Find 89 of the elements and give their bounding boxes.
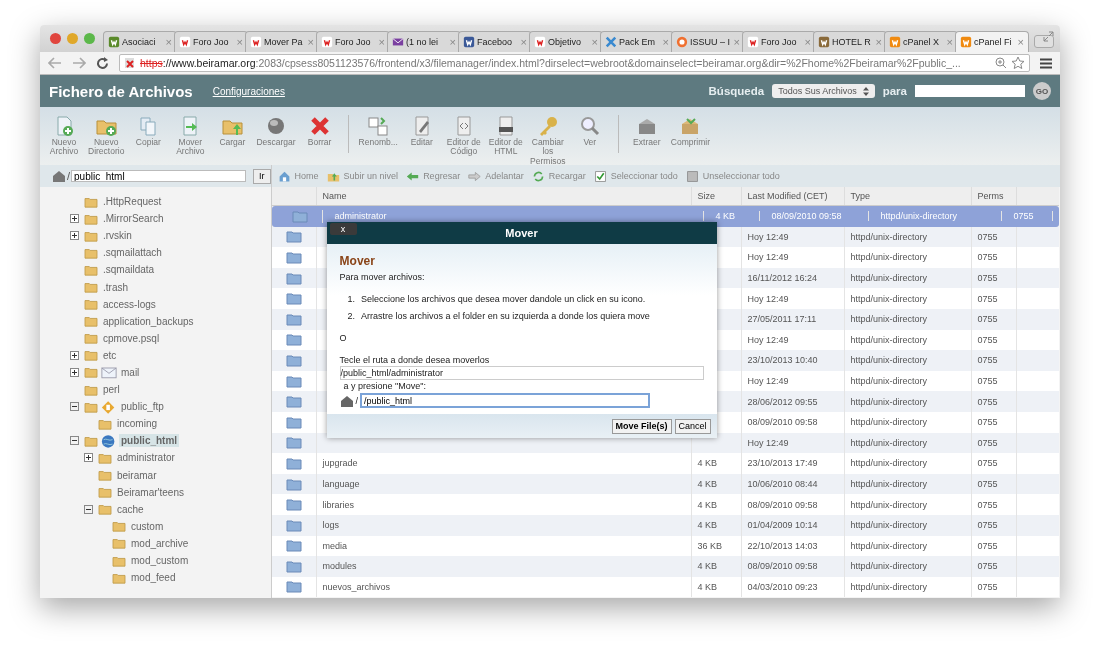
file-size: 4 KB <box>697 458 718 469</box>
permissions: 0755 <box>977 314 998 325</box>
file-size: 4 KB <box>697 479 718 489</box>
file-type: httpd/unix-directory <box>850 355 928 366</box>
permissions: 0755 <box>977 376 998 387</box>
step-text: Seleccione los archivos que desea mover dandole un click en su icono. <box>361 294 646 304</box>
search-label: Búsqueda <box>708 85 765 97</box>
file-type: httpd/unix-directory <box>850 273 928 284</box>
path-separator: / <box>355 395 359 406</box>
or-text: O <box>339 333 348 343</box>
file-type: httpd/unix-directory <box>850 231 928 242</box>
prompt-text: Tecle el ruta a donde desea moverlos <box>339 355 491 365</box>
file-type: httpd/unix-directory <box>850 499 928 510</box>
modified-date: 08/09/2010 09:58 <box>747 417 818 428</box>
file-type: httpd/unix-directory <box>850 540 928 551</box>
permissions: 0755 <box>977 561 998 572</box>
permissions: 0755 <box>977 396 998 407</box>
permissions: 0755 <box>977 479 998 489</box>
permissions: 0755 <box>977 273 998 284</box>
file-name: jupgrade <box>322 458 358 469</box>
modified-date: 23/10/2013 17:49 <box>747 458 818 469</box>
file-size: 4 KB <box>697 561 718 572</box>
permissions: 0755 <box>977 355 998 366</box>
permissions: 0755 <box>977 293 998 304</box>
modified-date: 08/09/2010 09:58 <box>771 211 842 222</box>
file-size: 4 KB <box>697 582 718 592</box>
file-type: httpd/unix-directory <box>850 396 928 407</box>
dialog-heading: Mover <box>339 254 376 268</box>
modified-date: 04/03/2010 09:23 <box>747 582 818 592</box>
modified-date: 10/06/2010 08:44 <box>747 479 818 489</box>
modified-date: 28/06/2012 09:55 <box>747 396 818 407</box>
file-type: httpd/unix-directory <box>850 479 928 489</box>
modified-date: 01/04/2009 10:14 <box>747 520 818 531</box>
permissions: 0755 <box>977 540 998 551</box>
step-text: Arrastre los archivos a el folder en su izquierda a donde los quiera move <box>361 311 650 321</box>
modified-date: Hoy 12:49 <box>747 252 789 263</box>
file-type: httpd/unix-directory <box>850 520 928 531</box>
file-type: httpd/unix-directory <box>850 458 928 469</box>
permissions: 0755 <box>977 499 998 510</box>
for-label: para <box>882 85 907 97</box>
permissions: 0755 <box>977 458 998 469</box>
file-name: logs <box>322 520 340 531</box>
permissions: 0755 <box>1013 211 1034 222</box>
file-name: administrator <box>334 211 387 222</box>
file-name: libraries <box>322 499 355 510</box>
instruction-text: a y presione "Move": <box>342 381 427 391</box>
permissions: 0755 <box>977 520 998 531</box>
path-separator: / <box>67 170 71 182</box>
permissions: 0755 <box>977 252 998 263</box>
permissions: 0755 <box>977 582 998 592</box>
file-type: httpd/unix-directory <box>850 252 928 263</box>
file-type: httpd/unix-directory <box>880 211 958 222</box>
modified-date: Hoy 12:49 <box>747 231 789 242</box>
file-name: media <box>322 540 348 551</box>
permissions: 0755 <box>977 417 998 428</box>
file-size: 4 KB <box>697 499 718 510</box>
modified-date: 23/10/2013 10:40 <box>747 355 818 366</box>
file-type: httpd/unix-directory <box>850 417 928 428</box>
modified-date: 27/05/2011 17:11 <box>747 314 817 325</box>
file-size: 36 KB <box>697 540 723 551</box>
file-type: httpd/unix-directory <box>850 437 928 448</box>
permissions: 0755 <box>977 437 998 448</box>
modified-date: 22/10/2013 14:03 <box>747 540 818 551</box>
modified-date: Hoy 12:49 <box>747 334 789 345</box>
permissions: 0755 <box>977 231 998 242</box>
file-size: 4 KB <box>697 520 718 531</box>
modified-date: Hoy 12:49 <box>747 437 789 448</box>
modified-date: Hoy 12:49 <box>747 376 789 387</box>
file-type: httpd/unix-directory <box>850 561 928 572</box>
modified-date: Hoy 12:49 <box>747 293 789 304</box>
file-name: modules <box>322 561 357 572</box>
file-type: httpd/unix-directory <box>850 293 928 304</box>
file-name: language <box>322 479 360 489</box>
page-title: Fichero de Archivos <box>49 82 193 100</box>
step-number: 1. <box>347 294 356 304</box>
modified-date: 16/11/2012 16:24 <box>747 273 817 284</box>
file-type: httpd/unix-directory <box>850 376 928 387</box>
file-type: httpd/unix-directory <box>850 582 928 592</box>
step-number: 2. <box>347 311 356 321</box>
modified-date: 08/09/2010 09:58 <box>747 561 818 572</box>
dialog-title: Mover <box>505 227 538 239</box>
permissions: 0755 <box>977 334 998 345</box>
file-name: nuevos_archivos <box>322 582 391 592</box>
file-type: httpd/unix-directory <box>850 334 928 345</box>
modified-date: 08/09/2010 09:58 <box>747 499 818 510</box>
source-path-field: /public_html/administrator <box>339 366 704 380</box>
file-type: httpd/unix-directory <box>850 314 928 325</box>
intro-text: Para mover archivos: <box>339 272 426 282</box>
file-size: 4 KB <box>715 211 736 222</box>
